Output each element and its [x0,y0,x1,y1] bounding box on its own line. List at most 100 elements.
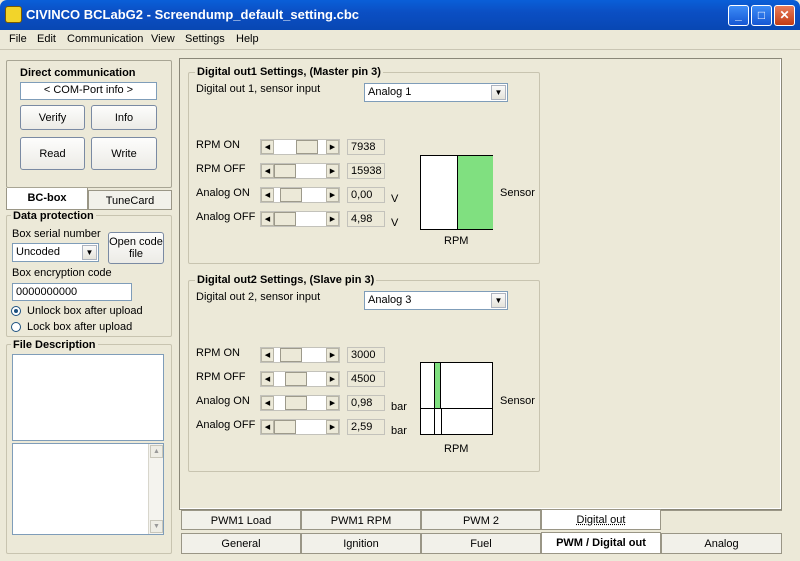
digital-out1-rpm-on-slider[interactable]: ◀ ▶ [260,139,340,155]
slider-right-icon[interactable]: ▶ [326,188,339,202]
chevron-down-icon[interactable]: ▼ [491,85,506,100]
slider-thumb[interactable] [280,188,302,202]
unlock-radio[interactable] [11,306,21,316]
chevron-down-icon[interactable]: ▼ [491,293,506,308]
maximize-button[interactable]: □ [751,5,772,26]
menu-settings[interactable]: Settings [185,33,225,45]
digital-out2-analog-off-value: 2,59 [347,419,385,435]
digital-out1-graph-ylabel: Sensor [500,187,535,199]
tab-bc-box[interactable]: BC-box [6,188,88,210]
digital-out1-sensor-select[interactable]: Analog 1 ▼ [364,83,508,102]
menu-edit[interactable]: Edit [37,33,56,45]
tab-digital-out[interactable]: Digital out [541,509,661,530]
slider-right-icon[interactable]: ▶ [326,396,339,410]
digital-out1-sensor-label: Digital out 1, sensor input [196,83,321,95]
chevron-down-icon[interactable]: ▼ [82,245,97,260]
tab-fuel[interactable]: Fuel [421,533,541,554]
close-button[interactable]: ✕ [774,5,795,26]
digital-out1-title: Digital out1 Settings, (Master pin 3) [195,66,383,78]
digital-out2-graph-ylabel: Sensor [500,395,535,407]
tab-tunecard[interactable]: TuneCard [88,190,172,210]
digital-out2-rpm-off-slider[interactable]: ◀ ▶ [260,371,340,387]
slider-left-icon[interactable]: ◀ [261,420,274,434]
slider-thumb[interactable] [274,212,296,226]
tab-pwm-digital-out[interactable]: PWM / Digital out [541,532,661,554]
slider-left-icon[interactable]: ◀ [261,372,274,386]
slider-thumb[interactable] [274,164,296,178]
digital-out2-sensor-select[interactable]: Analog 3 ▼ [364,291,508,310]
digital-out1-rpm-off-label: RPM OFF [196,163,246,175]
digital-out2-analog-off-slider[interactable]: ◀ ▶ [260,419,340,435]
slider-right-icon[interactable]: ▶ [326,164,339,178]
slider-thumb[interactable] [296,140,318,154]
digital-out1-analog-on-unit: V [391,193,399,205]
digital-out2-active-region [434,363,441,408]
minimize-button[interactable]: _ [728,5,749,26]
file-description-summary[interactable] [12,354,164,441]
slider-right-icon[interactable]: ▶ [326,420,339,434]
lock-radio[interactable] [11,322,21,332]
slider-left-icon[interactable]: ◀ [261,348,274,362]
digital-out1-active-region [457,156,493,229]
file-description-textarea[interactable]: ▲ ▼ [12,443,164,535]
tab-pwm1-rpm[interactable]: PWM1 RPM [301,510,421,530]
digital-out1-analog-on-value: 0,00 [347,187,385,203]
tab-pwm1-load[interactable]: PWM1 Load [181,510,301,530]
scroll-down-icon[interactable]: ▼ [150,520,163,533]
digital-out2-sensor-value: Analog 3 [368,294,412,306]
slider-right-icon[interactable]: ▶ [326,348,339,362]
serial-number-value: Uncoded [16,246,61,258]
write-button[interactable]: Write [91,137,157,170]
digital-out1-analog-off-value: 4,98 [347,211,385,227]
digital-out1-analog-off-unit: V [391,217,399,229]
slider-left-icon[interactable]: ◀ [261,396,274,410]
verify-button[interactable]: Verify [20,105,85,130]
digital-out1-analog-on-label: Analog ON [196,187,250,199]
unlock-label: Unlock box after upload [27,305,143,317]
tab-ignition[interactable]: Ignition [301,533,421,554]
serial-number-select[interactable]: Uncoded ▼ [12,243,99,262]
radio-dot-icon [14,309,18,313]
direct-communication-title: Direct communication [18,67,138,79]
slider-thumb[interactable] [285,372,307,386]
digital-out1-analog-off-slider[interactable]: ◀ ▶ [260,211,340,227]
com-port-info: < COM-Port info > [20,82,157,100]
slider-right-icon[interactable]: ▶ [326,140,339,154]
description-scrollbar[interactable]: ▲ ▼ [148,444,163,534]
menu-help[interactable]: Help [236,33,259,45]
tab-general[interactable]: General [181,533,301,554]
slider-right-icon[interactable]: ▶ [326,372,339,386]
slider-left-icon[interactable]: ◀ [261,140,274,154]
read-button[interactable]: Read [20,137,85,170]
digital-out2-rpm-on-slider[interactable]: ◀ ▶ [260,347,340,363]
digital-out1-graph-xlabel: RPM [444,235,469,247]
tab-pwm2[interactable]: PWM 2 [421,510,541,530]
slider-left-icon[interactable]: ◀ [261,212,274,226]
slider-thumb[interactable] [285,396,307,410]
encryption-code-input[interactable]: 0000000000 [12,283,132,301]
slider-thumb[interactable] [280,348,302,362]
menu-view[interactable]: View [151,33,175,45]
title-bar[interactable]: CIVINCO BCLabG2 - Screendump_default_set… [0,0,800,30]
info-button[interactable]: Info [91,105,157,130]
menu-file[interactable]: File [9,33,27,45]
slider-left-icon[interactable]: ◀ [261,188,274,202]
digital-out2-graph [420,362,493,435]
tab-analog[interactable]: Analog [661,533,782,554]
serial-number-label: Box serial number [12,228,101,240]
digital-out2-analog-off-unit: bar [391,425,407,437]
digital-out1-rpm-off-slider[interactable]: ◀ ▶ [260,163,340,179]
scroll-up-icon[interactable]: ▲ [150,445,163,458]
digital-out1-analog-on-slider[interactable]: ◀ ▶ [260,187,340,203]
digital-out1-analog-off-label: Analog OFF [196,211,256,223]
slider-left-icon[interactable]: ◀ [261,164,274,178]
encryption-code-label: Box encryption code [12,267,112,279]
digital-out2-analog-on-value: 0,98 [347,395,385,411]
slider-right-icon[interactable]: ▶ [326,212,339,226]
digital-out2-analog-on-unit: bar [391,401,407,413]
slider-thumb[interactable] [274,420,296,434]
open-code-file-button[interactable]: Open code file [108,232,164,264]
menu-communication[interactable]: Communication [67,33,143,45]
file-description-title: File Description [11,339,98,351]
digital-out2-analog-on-slider[interactable]: ◀ ▶ [260,395,340,411]
